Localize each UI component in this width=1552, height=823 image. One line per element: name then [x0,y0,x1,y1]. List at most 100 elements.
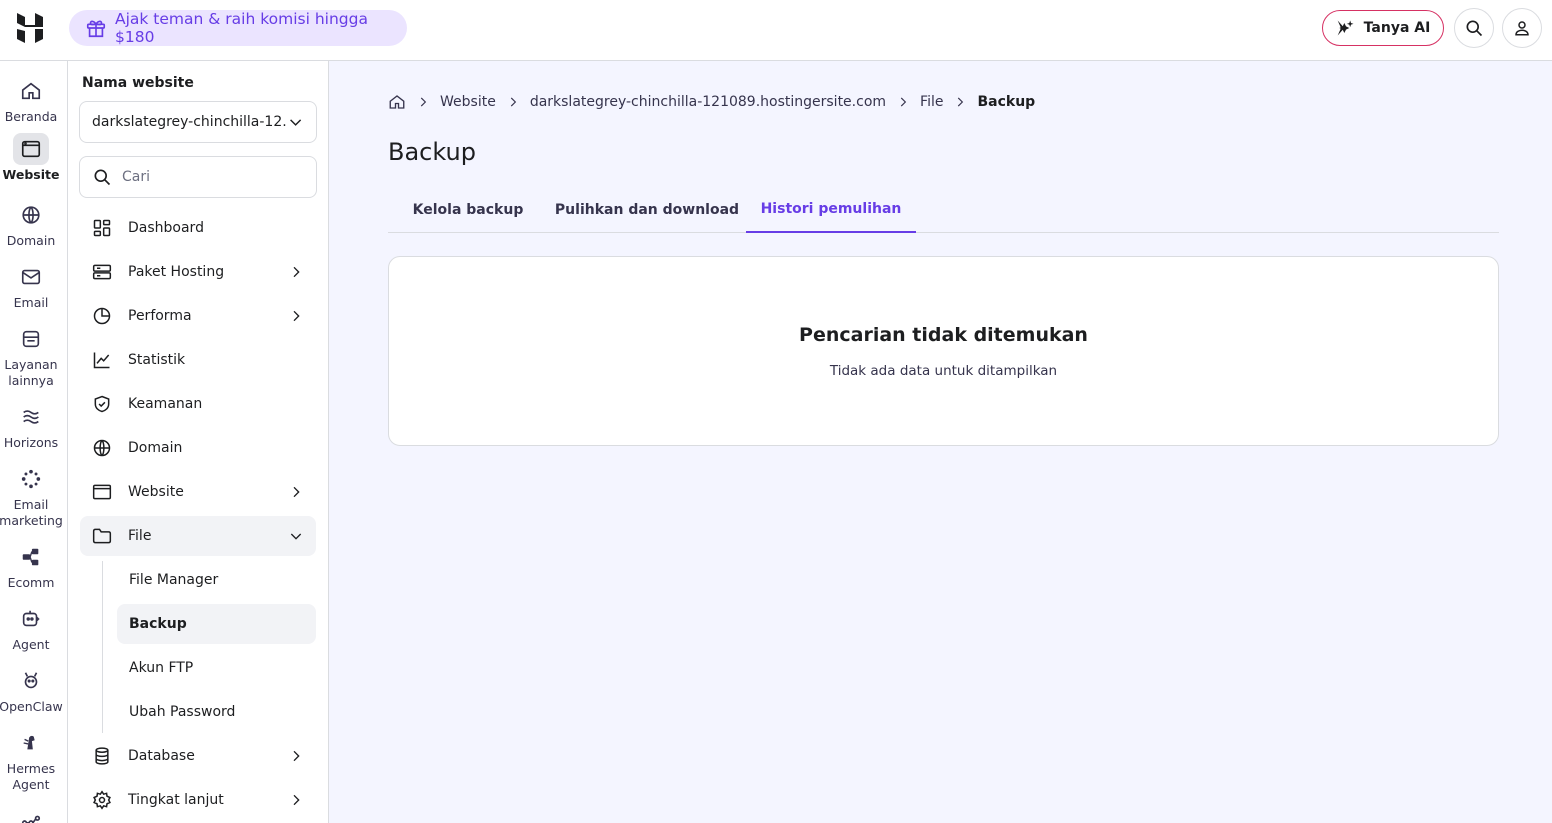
nav-item-label: Domain [128,440,183,456]
website-selector-value: darkslategrey-chinchilla-12... [92,114,287,130]
website-selector[interactable]: darkslategrey-chinchilla-12... [79,101,317,143]
breadcrumb: Website darkslategrey-chinchilla-121089.… [388,93,1035,111]
rail-item-layanan-lainnya[interactable]: Layanan lainnya [0,323,62,389]
website-side-nav: Nama website darkslategrey-chinchilla-12… [68,61,329,823]
rail-label: Layanan lainnya [4,357,58,388]
nav-item-label: Paket Hosting [128,264,225,280]
tab-histori-pemulihan[interactable]: Histori pemulihan [746,186,916,233]
rail-item-horizons[interactable]: Horizons [0,401,62,451]
breadcrumb-website[interactable]: Website [440,94,496,110]
nav-item-label: File [128,528,152,544]
rail-label: Ecomm [7,575,55,590]
hostinger-logo[interactable] [16,13,44,43]
home-icon [13,75,49,107]
rail-item-more[interactable] [0,805,62,823]
rail-item-email-marketing[interactable]: Email marketing [0,463,63,529]
promo-text: Ajak teman & raih komisi hingga $180 [115,10,368,46]
breadcrumb-site[interactable]: darkslategrey-chinchilla-121089.hostinge… [530,94,886,110]
nav-item-database[interactable]: Database [80,736,316,776]
rail-label: Horizons [3,435,59,450]
chevron-right-icon [288,484,304,500]
sub-item-akun-ftp[interactable]: Akun FTP [117,648,316,688]
chevron-right-icon [288,264,304,280]
horizons-icon [13,401,49,433]
home-icon[interactable] [388,93,406,111]
backup-tabs: Kelola backup Pulihkan dan download Hist… [388,186,1499,233]
tab-pulihkan-dan-download[interactable]: Pulihkan dan download [548,186,746,233]
folder-icon [92,526,112,546]
breadcrumb-current: Backup [977,94,1036,110]
submenu-guide-line [102,561,103,733]
sub-item-file-manager[interactable]: File Manager [117,560,316,600]
rail-label: Domain [6,233,56,248]
nav-item-performa[interactable]: Performa [80,296,316,336]
ai-spark-icon [1337,20,1354,36]
main-content: Website darkslategrey-chinchilla-121089.… [329,61,1552,823]
nav-item-domain[interactable]: Domain [80,428,316,468]
nav-item-keamanan[interactable]: Keamanan [80,384,316,424]
chevron-right-icon [288,748,304,764]
sub-item-ubah-password[interactable]: Ubah Password [117,692,316,732]
store-icon [13,323,49,355]
gear-icon [92,790,112,810]
breadcrumb-file[interactable]: File [920,94,943,110]
nav-item-label: Statistik [128,352,186,368]
ecomm-icon [13,541,49,573]
nav-item-label: Keamanan [128,396,203,412]
rail-item-website[interactable]: Website [0,133,62,183]
chevron-right-icon [288,308,304,324]
workflow-icon [13,805,49,823]
search-icon [1466,20,1483,37]
nav-item-statistik[interactable]: Statistik [80,340,316,380]
rail-item-ecomm[interactable]: Ecomm [0,541,62,591]
globe-icon [13,199,49,231]
chevron-right-icon [900,97,907,107]
hermes-icon [13,727,49,759]
rail-label: Email marketing [0,497,63,528]
website-name-label: Nama website [82,75,194,91]
chevron-right-icon [420,97,427,107]
nav-item-website[interactable]: Website [80,472,316,512]
rail-label: Agent [12,637,50,652]
search-placeholder: Cari [122,169,150,185]
tab-kelola-backup[interactable]: Kelola backup [388,186,548,233]
nav-search-input[interactable]: Cari [79,156,317,198]
nav-item-label: Dashboard [128,220,204,236]
top-bar: Ajak teman & raih komisi hingga $180 Tan… [0,0,1552,61]
ask-ai-button[interactable]: Tanya AI [1322,10,1444,46]
browser-icon [92,482,112,502]
mail-icon [13,261,49,293]
search-icon [94,169,111,186]
database-icon [92,746,112,766]
nav-item-dashboard[interactable]: Dashboard [80,208,316,248]
user-icon [1515,21,1529,36]
nav-item-paket-hosting[interactable]: Paket Hosting [80,252,316,292]
chevron-right-icon [958,97,964,107]
rail-item-beranda[interactable]: Beranda [0,75,62,125]
nav-item-label: Performa [128,308,192,324]
rail-label: Beranda [4,109,58,124]
rail-item-hermes-agent[interactable]: Hermes Agent [0,727,62,793]
search-button[interactable] [1454,8,1494,48]
sub-item-backup[interactable]: Backup [117,604,316,644]
rail-item-openclaw[interactable]: OpenClaw [0,665,63,715]
dashboard-icon [92,218,112,238]
pie-icon [92,306,112,326]
reach-icon [13,463,49,495]
chart-icon [92,350,112,370]
robot-icon [13,603,49,635]
rail-label: Website [2,167,60,182]
nav-item-tingkat-lanjut[interactable]: Tingkat lanjut [80,780,316,820]
rail-item-email[interactable]: Email [0,261,62,311]
shield-icon [92,394,112,414]
empty-state-subtitle: Tidak ada data untuk ditampilkan [829,363,1058,379]
chevron-down-icon [288,528,304,544]
claw-icon [13,665,49,697]
rail-item-agent[interactable]: Agent [0,603,62,653]
rail-item-domain[interactable]: Domain [0,199,62,249]
referral-promo-banner[interactable]: Ajak teman & raih komisi hingga $180 [69,10,407,46]
nav-item-file[interactable]: File [80,516,316,556]
rail-label: Hermes Agent [6,761,56,792]
nav-item-label: Website [128,484,184,500]
account-button[interactable] [1502,8,1542,48]
